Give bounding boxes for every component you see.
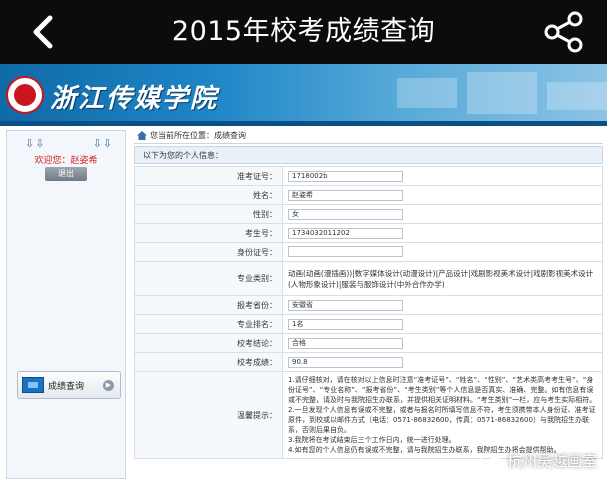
school-banner: 浙江传媒学院 [0,64,607,126]
field-label: 报考省份： [134,295,283,315]
wechat-icon [479,451,502,469]
sidebar-item-label: 成绩查询 [48,382,85,392]
home-icon [137,131,147,140]
table-row: 姓名： 赵姿希 [134,185,603,205]
section-title: 以下为您的个人信息： [134,146,603,164]
field-label: 专业类别： [134,261,283,296]
school-name: 浙江传媒学院 [50,84,219,114]
field-label: 身份证号： [134,242,283,262]
major-value: 动画(动画(漫插画))|数字媒体设计(动漫设计)|产品设计|戏剧影视美术设计|戏… [282,261,603,296]
main-content: 您当前所在位置：成绩查询 以下为您的个人信息： 准考证号： 1718002b 姓… [134,126,603,479]
table-row: 专业排名： 1名 [134,314,603,334]
page-title: 2015年校考成绩查询 [171,16,436,47]
notice-text: 1.请仔细核对，请在核对以上信息时注意“准考证号”、“姓名”、“性别”、“艺术类… [282,371,603,459]
sidebar: ⇩⇩ ⇩⇩ 欢迎您：赵姿希 退出 成绩查询 ▶ [6,130,126,479]
rank-field: 1名 [288,318,403,330]
score-field: 90.8 [288,356,403,368]
share-icon[interactable] [543,10,585,54]
table-row: 考生号： 1734032011202 [134,223,603,243]
banner-decoration [397,72,607,114]
school-logo-icon [6,76,44,114]
candidate-number-field: 1734032011202 [288,227,403,239]
field-label: 校考结论： [134,333,283,353]
id-number-field [288,245,403,257]
info-table: 准考证号： 1718002b 姓名： 赵姿希 性别： 女 考生号： 173403… [134,166,603,459]
table-row: 准考证号： 1718002b [134,166,603,186]
welcome-user-label: 欢迎您：赵姿希 [34,156,98,166]
notice-line: 1.请仔细核对，请在核对以上信息时注意“准考证号”、“姓名”、“性别”、“艺术类… [288,376,597,404]
table-row: 性别： 女 [134,204,603,224]
table-row: 身份证号： [134,242,603,262]
gender-field: 女 [288,208,403,220]
province-field: 安徽省 [288,299,403,311]
sidebar-item-score-query[interactable]: 成绩查询 ▶ [17,371,121,399]
watermark: 杭州吴越画室 [479,450,597,471]
app-bar: 2015年校考成绩查询 [0,0,607,64]
table-row: 校考结论： 合格 [134,333,603,353]
field-label: 准考证号： [134,166,283,186]
field-label: 性别： [134,204,283,224]
table-row: 专业类别： 动画(动画(漫插画))|数字媒体设计(动漫设计)|产品设计|戏剧影视… [134,261,603,296]
back-arrow-icon[interactable] [26,14,60,50]
notice-line: 3.我院将在考试结束后三个工作日内，统一进行处理。 [288,436,456,444]
notice-line: 2.一旦发现个人信息有误或不完整，或者与报名时所填写信息不符，考生须携带本人身份… [288,406,596,434]
exam-number-field: 1718002b [288,170,403,182]
watermark-text: 杭州吴越画室 [506,452,597,470]
logout-button[interactable]: 退出 [45,167,87,181]
table-row: 报考省份： 安徽省 [134,295,603,315]
field-label: 温馨提示： [134,371,283,459]
down-arrows-icon: ⇩⇩ [25,137,46,150]
field-label: 校考成绩： [134,352,283,372]
monitor-icon [22,377,44,393]
table-row: 温馨提示： 1.请仔细核对，请在核对以上信息时注意“准考证号”、“姓名”、“性别… [134,371,603,459]
table-row: 校考成绩： 90.8 [134,352,603,372]
field-label: 专业排名： [134,314,283,334]
chevron-right-icon: ▶ [103,380,114,391]
field-label: 考生号： [134,223,283,243]
breadcrumb: 您当前所在位置：成绩查询 [134,128,603,144]
result-field: 合格 [288,337,403,349]
name-field: 赵姿希 [288,189,403,201]
field-label: 姓名： [134,185,283,205]
down-arrows-icon: ⇩⇩ [92,137,113,150]
breadcrumb-text: 您当前所在位置：成绩查询 [150,131,246,140]
